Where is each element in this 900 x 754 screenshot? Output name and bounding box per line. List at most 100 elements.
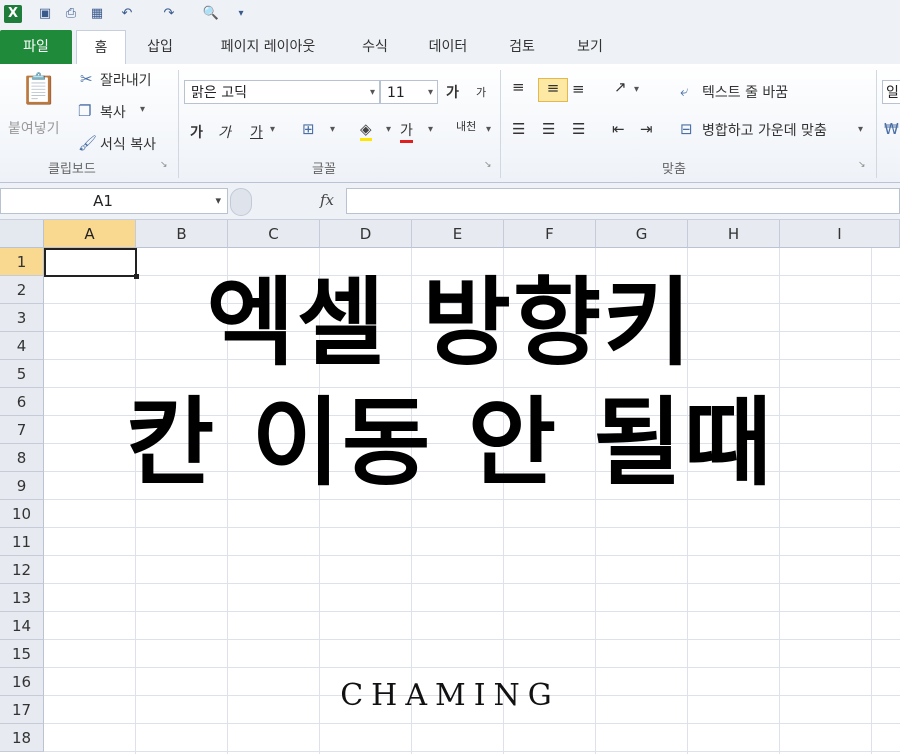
- tab-insert[interactable]: 삽입: [138, 30, 182, 64]
- format-painter-button[interactable]: 서식 복사: [100, 134, 156, 154]
- column-header-g[interactable]: G: [596, 220, 688, 248]
- font-size-combo[interactable]: 11 ▾: [380, 80, 438, 104]
- row-header-18[interactable]: 18: [0, 724, 44, 752]
- align-bottom-icon[interactable]: ≡: [572, 80, 585, 98]
- underline-button[interactable]: 가: [250, 122, 263, 142]
- gridline-horizontal: [44, 723, 900, 724]
- phonetic-button[interactable]: 내천: [456, 118, 476, 134]
- formula-bar-handle[interactable]: [230, 188, 252, 216]
- gridline-horizontal: [44, 751, 900, 752]
- customize-icon[interactable]: ▾: [232, 5, 250, 23]
- group-divider: [500, 70, 501, 178]
- grow-font-button[interactable]: 가: [446, 82, 459, 102]
- chevron-down-icon: ▾: [427, 87, 433, 98]
- tab-formulas[interactable]: 수식: [350, 30, 400, 64]
- alignment-launcher-icon[interactable]: ↘: [858, 160, 866, 170]
- align-right-icon[interactable]: ☰: [572, 120, 585, 138]
- increase-indent-icon[interactable]: ⇥: [640, 120, 653, 138]
- column-header-f[interactable]: F: [504, 220, 596, 248]
- print-icon[interactable]: ⎙: [62, 5, 80, 23]
- tab-review[interactable]: 검토: [496, 30, 548, 64]
- column-header-a[interactable]: A: [44, 220, 136, 248]
- font-group-label: 글꼴: [312, 162, 336, 177]
- cut-button[interactable]: 잘라내기: [100, 70, 152, 90]
- font-launcher-icon[interactable]: ↘: [484, 160, 492, 170]
- print-preview-icon[interactable]: 🔍: [202, 5, 220, 23]
- column-header-c[interactable]: C: [228, 220, 320, 248]
- font-color-dropdown-icon[interactable]: ▾: [428, 124, 433, 135]
- merge-center-button[interactable]: 병합하고 가운데 맞춤: [702, 120, 827, 140]
- orientation-dropdown-icon[interactable]: ▾: [634, 84, 639, 95]
- paste-icon[interactable]: 📋: [20, 72, 57, 107]
- chevron-down-icon: ▾: [369, 87, 375, 98]
- copy-button[interactable]: 복사: [100, 102, 126, 122]
- tab-file[interactable]: 파일: [0, 30, 72, 64]
- column-header-e[interactable]: E: [412, 220, 504, 248]
- row-header-11[interactable]: 11: [0, 528, 44, 556]
- undo-icon[interactable]: ↶: [118, 5, 136, 23]
- save-icon[interactable]: ▣: [36, 5, 54, 23]
- formula-bar: A1 ▾ fx: [0, 183, 900, 220]
- alignment-group-label: 맞춤: [662, 162, 686, 177]
- tab-view[interactable]: 보기: [564, 30, 616, 64]
- font-family-combo[interactable]: 맑은 고딕 ▾: [184, 80, 380, 104]
- column-header-i[interactable]: I: [780, 220, 900, 248]
- fill-dropdown-icon[interactable]: ▾: [386, 124, 391, 135]
- merge-center-icon[interactable]: ⊟: [680, 120, 693, 138]
- gridline-horizontal: [44, 555, 900, 556]
- paste-button[interactable]: 붙여넣기: [8, 118, 60, 138]
- quick-access-toolbar: X ▣ ⎙ ▦ ↶ ↷ 🔍 ▾: [0, 0, 900, 30]
- align-middle-icon[interactable]: ≡: [538, 78, 568, 102]
- row-header-14[interactable]: 14: [0, 612, 44, 640]
- copy-dropdown-icon[interactable]: ▾: [140, 104, 145, 115]
- merge-dropdown-icon[interactable]: ▾: [858, 124, 863, 135]
- font-family-value: 맑은 고딕: [191, 85, 247, 101]
- phonetic-dropdown-icon[interactable]: ▾: [486, 124, 491, 135]
- calc-icon[interactable]: ▦: [88, 5, 106, 23]
- border-dropdown-icon[interactable]: ▾: [330, 124, 335, 135]
- italic-button[interactable]: 가: [218, 122, 231, 142]
- overlay-title-line2: 칸 이동 안 될때: [125, 387, 775, 499]
- column-header-h[interactable]: H: [688, 220, 780, 248]
- wrap-text-icon[interactable]: ⤶: [680, 82, 688, 100]
- underline-dropdown-icon[interactable]: ▾: [270, 124, 275, 135]
- currency-icon[interactable]: ₩: [884, 120, 899, 138]
- column-header-b[interactable]: B: [136, 220, 228, 248]
- row-header-13[interactable]: 13: [0, 584, 44, 612]
- insert-function-icon[interactable]: fx: [320, 191, 334, 209]
- column-header-d[interactable]: D: [320, 220, 412, 248]
- decrease-indent-icon[interactable]: ⇤: [612, 120, 625, 138]
- font-color-button[interactable]: 가: [400, 120, 413, 143]
- orientation-icon[interactable]: ↗: [614, 78, 627, 96]
- cut-icon[interactable]: ✂: [80, 70, 93, 88]
- shrink-font-button[interactable]: 가: [476, 84, 486, 100]
- excel-icon[interactable]: X: [4, 5, 22, 23]
- row-header-12[interactable]: 12: [0, 556, 44, 584]
- align-center-icon[interactable]: ☰: [542, 120, 555, 138]
- number-format-combo[interactable]: 일: [882, 80, 900, 104]
- redo-icon[interactable]: ↷: [160, 5, 178, 23]
- wrap-text-button[interactable]: 텍스트 줄 바꿈: [702, 82, 788, 102]
- group-divider: [178, 70, 179, 178]
- align-left-icon[interactable]: ☰: [512, 120, 525, 138]
- gridline-horizontal: [44, 639, 900, 640]
- align-top-icon[interactable]: ≡: [512, 78, 525, 96]
- name-box[interactable]: A1 ▾: [0, 188, 228, 214]
- fill-color-icon[interactable]: ◈: [360, 120, 372, 141]
- tab-page-layout[interactable]: 페이지 레이아웃: [200, 30, 336, 64]
- bold-button[interactable]: 가: [190, 122, 203, 142]
- gridline-horizontal: [44, 527, 900, 528]
- row-header-10[interactable]: 10: [0, 500, 44, 528]
- select-all-button[interactable]: [0, 220, 44, 248]
- border-icon[interactable]: ⊞: [302, 120, 315, 138]
- chevron-down-icon[interactable]: ▾: [215, 189, 221, 213]
- format-painter-icon[interactable]: 🖌: [78, 134, 97, 152]
- ribbon: 📋 붙여넣기 ✂ 잘라내기 ❐ 복사 ▾ 🖌 서식 복사 클립보드 ↘ 맑은 고…: [0, 64, 900, 183]
- copy-icon[interactable]: ❐: [78, 102, 91, 120]
- formula-input[interactable]: [346, 188, 900, 214]
- font-size-value: 11: [387, 85, 405, 101]
- tab-home[interactable]: 홈: [76, 30, 126, 66]
- row-header-15[interactable]: 15: [0, 640, 44, 668]
- clipboard-launcher-icon[interactable]: ↘: [160, 160, 168, 170]
- tab-data[interactable]: 데이터: [418, 30, 478, 64]
